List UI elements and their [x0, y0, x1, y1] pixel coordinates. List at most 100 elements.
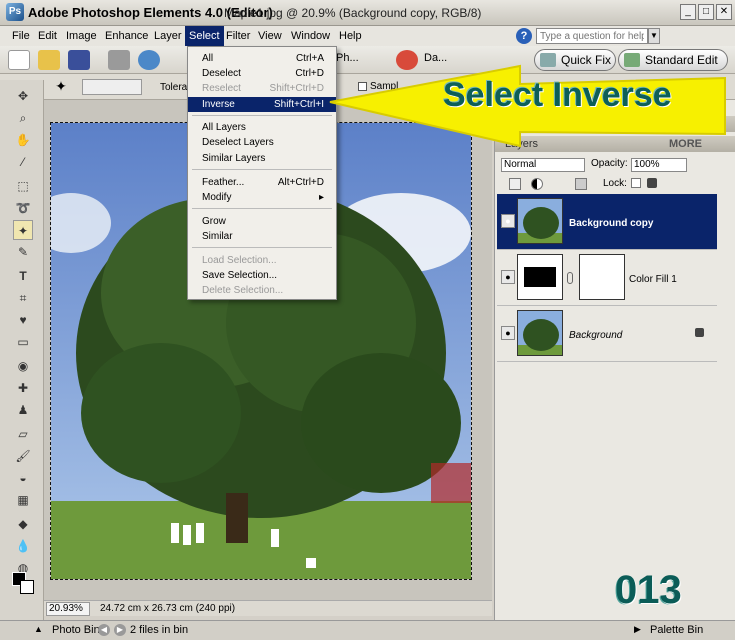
paint-bucket-icon[interactable]: ◒ [13, 468, 33, 488]
menu-bar: File Edit Image Enhance Layer Select Fil… [0, 26, 735, 46]
palette-bin: Layers MORE Normal Opacity: 100% Lock: ●… [494, 100, 735, 620]
lasso-tool-icon[interactable]: ➰ [13, 198, 33, 218]
menu-separator [192, 169, 332, 170]
menu-item-label: Grow [202, 216, 226, 227]
menu-item-similar[interactable]: Similar [188, 229, 336, 244]
menu-item-shortcut: Alt+Ctrl+D [277, 177, 324, 188]
magic-wand-tool-icon[interactable]: ✦ [13, 220, 33, 240]
gradient-tool-icon[interactable]: ▦ [13, 490, 33, 510]
photo-bin-label[interactable]: Photo Bin [52, 624, 100, 636]
lock-transparency-icon[interactable] [631, 178, 641, 188]
adjustment-layer-icon[interactable] [531, 178, 543, 190]
new-layer-icon[interactable] [509, 178, 521, 190]
crop-tool-icon[interactable]: ⌗ [13, 288, 33, 308]
document-title: Maple1.jpg @ 20.9% (Background copy, RGB… [224, 6, 482, 20]
help-dropdown-icon[interactable]: ▼ [648, 28, 660, 44]
straighten-tool-icon[interactable]: ▭ [13, 332, 33, 352]
layer-thumbnail [517, 310, 563, 356]
layer-name: Color Fill 1 [629, 274, 677, 285]
eyedropper-tool-icon[interactable]: ⁄ [13, 152, 33, 172]
menu-separator [192, 115, 332, 116]
magic-wand-option-icon[interactable]: ✦ [52, 78, 70, 96]
submenu-arrow-icon: ▸ [318, 192, 324, 203]
visibility-eye-icon[interactable]: ● [501, 214, 515, 228]
open-file-icon[interactable] [38, 50, 60, 70]
marquee-tool-icon[interactable]: ⬚ [13, 176, 33, 196]
photo-bin-toggle-icon[interactable]: ▲ [34, 624, 43, 634]
menu-edit[interactable]: Edit [34, 26, 61, 46]
palette-bin-label[interactable]: Palette Bin [650, 624, 703, 636]
menu-item-label: Modify [202, 192, 232, 203]
print-icon[interactable] [108, 50, 130, 70]
menu-file[interactable]: File [8, 26, 34, 46]
menu-item-grow[interactable]: Grow [188, 214, 336, 229]
delete-layer-icon[interactable] [575, 178, 587, 190]
menu-enhance[interactable]: Enhance [101, 26, 152, 46]
mask-thumbnail [579, 254, 625, 300]
menu-view[interactable]: View [254, 26, 286, 46]
layer-thumbnail [517, 198, 563, 244]
menu-item-similar-layers[interactable]: Similar Layers [188, 151, 336, 166]
menu-layer[interactable]: Layer [150, 26, 186, 46]
menu-item-deselect-layers[interactable]: Deselect Layers [188, 135, 336, 150]
menu-filter[interactable]: Filter [222, 26, 254, 46]
type-tool-icon[interactable]: T [13, 266, 33, 286]
menu-image[interactable]: Image [62, 26, 101, 46]
brush-tool-icon[interactable]: 🖌 [13, 446, 33, 466]
menu-window[interactable]: Window [287, 26, 334, 46]
help-icon[interactable]: ? [516, 28, 532, 44]
red-eye-tool-icon[interactable]: ◉ [13, 356, 33, 376]
blend-mode-select[interactable]: Normal [501, 158, 585, 172]
background-color-swatch[interactable] [20, 580, 34, 594]
callout-text: Select Inverse [443, 76, 672, 114]
menu-item-shortcut: Shift+Ctrl+D [269, 83, 324, 94]
palette-bin-toggle-icon[interactable]: ▶ [634, 624, 641, 635]
layer-row[interactable]: ● Color Fill 1 [497, 250, 717, 306]
help-search-input[interactable] [536, 28, 648, 44]
menu-select[interactable]: Select [185, 26, 224, 46]
menu-item-reselect: Reselect Shift+Ctrl+D [188, 81, 336, 96]
menu-item-label: Reselect [202, 83, 241, 94]
clone-stamp-icon[interactable]: ♟ [13, 400, 33, 420]
menu-item-label: All [202, 53, 214, 64]
menu-item-inverse[interactable]: Inverse Shift+Ctrl+I [188, 97, 336, 112]
visibility-eye-icon[interactable]: ● [501, 270, 515, 284]
menu-item-label: Deselect [202, 68, 241, 79]
opacity-label: Opacity: [591, 158, 628, 169]
healing-brush-icon[interactable]: ✚ [13, 378, 33, 398]
menu-item-label: Save Selection... [202, 270, 278, 281]
menu-item-all[interactable]: All Ctrl+A [188, 51, 336, 66]
menu-item-save-selection[interactable]: Save Selection... [188, 268, 336, 283]
eraser-tool-icon[interactable]: ▱ [13, 424, 33, 444]
save-icon[interactable] [68, 50, 90, 70]
menu-item-feather[interactable]: Feather... Alt+Ctrl+D [188, 175, 336, 190]
maximize-icon[interactable]: □ [698, 4, 714, 20]
menu-item-modify[interactable]: Modify ▸ [188, 190, 336, 205]
document-dimensions: 24.72 cm x 26.73 cm (240 ppi) [100, 603, 236, 614]
layer-row[interactable]: ● Background [497, 306, 717, 362]
minimize-icon[interactable]: _ [680, 4, 696, 20]
previous-icon[interactable]: ◀ [98, 624, 110, 636]
close-icon[interactable]: ✕ [716, 4, 732, 20]
opacity-field[interactable]: 100% [631, 158, 687, 172]
zoom-tool-icon[interactable]: ⌕ [13, 108, 33, 128]
lock-all-icon[interactable] [647, 178, 657, 188]
menu-item-all-layers[interactable]: All Layers [188, 120, 336, 135]
layer-row[interactable]: ● Background copy [497, 194, 717, 250]
menu-item-deselect[interactable]: Deselect Ctrl+D [188, 66, 336, 81]
new-file-icon[interactable] [8, 50, 30, 70]
selection-brush-icon[interactable]: ✎ [13, 242, 33, 262]
app-icon: Ps [6, 3, 24, 21]
shape-tool-icon[interactable]: ◆ [13, 514, 33, 534]
selection-mode-icons[interactable] [82, 79, 142, 95]
cookie-cutter-icon[interactable]: ♥ [13, 310, 33, 330]
menu-help[interactable]: Help [335, 26, 366, 46]
move-tool-icon[interactable]: ✥ [13, 86, 33, 106]
zoom-field[interactable]: 20.93% [46, 602, 90, 616]
blur-tool-icon[interactable]: 💧 [13, 536, 33, 556]
hand-tool-icon[interactable]: ✋ [13, 130, 33, 150]
online-services-icon[interactable] [138, 50, 160, 70]
next-icon[interactable]: ▶ [114, 624, 126, 636]
layer-name: Background copy [569, 218, 654, 229]
visibility-eye-icon[interactable]: ● [501, 326, 515, 340]
